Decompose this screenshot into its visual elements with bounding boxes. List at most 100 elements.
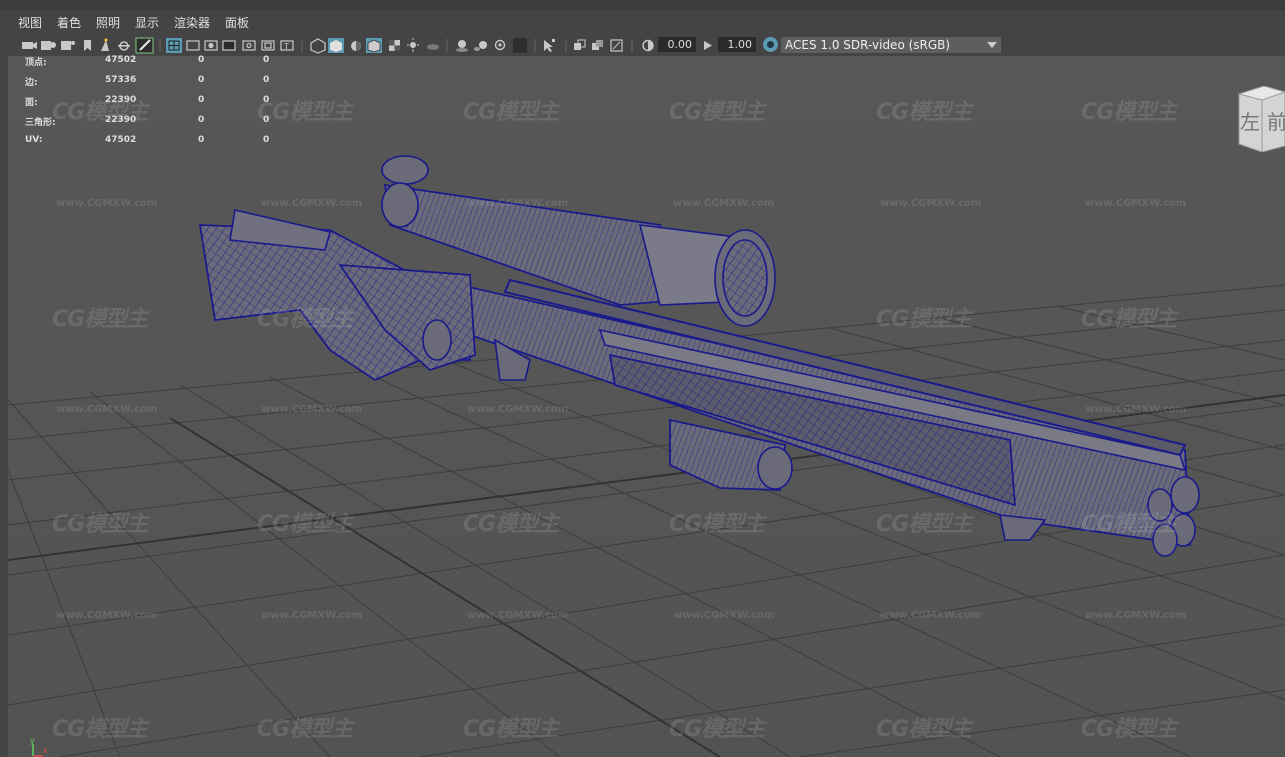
grid-icon[interactable] [166,38,182,53]
field-chart-icon[interactable] [242,40,256,51]
bookmark-icon[interactable] [84,40,91,51]
watermark-url: www.CGMXW.com [467,404,569,415]
gamma-icon[interactable] [704,41,712,50]
hud-mid: 0 [263,135,270,145]
view-transform-dropdown[interactable]: ACES 1.0 SDR-video (sRGB) [781,37,1001,53]
watermark-logo: CG模型主 [463,512,559,537]
watermark-logo: CG模型主 [257,100,353,125]
hud-total: 57336 [105,75,137,85]
menu-lighting[interactable]: 照明 [96,16,120,30]
watermark-url: www.CGMXW.com [56,404,158,415]
hud-label: 边: [25,78,38,88]
menu-show[interactable]: 显示 [135,16,159,30]
watermark-url: www.CGMXW.com [261,610,363,621]
hud-total: 22390 [105,95,137,105]
hud-total: 47502 [105,55,137,65]
rifle-wireframe-mesh[interactable] [199,155,1200,557]
shadows-icon[interactable] [427,44,439,50]
watermark-url: www.CGMXW.com [467,610,569,621]
anti-aliasing-icon[interactable] [494,39,506,51]
exposure-icon[interactable] [642,39,654,52]
hud-mid: 0 [263,95,270,105]
panel-toolbar: T 0.00 1.00 ACES 1.0 SDR-video (sRGB) [0,35,1285,56]
watermark-logo: CG模型主 [52,717,148,742]
watermark-logo: CG模型主 [52,307,148,332]
watermark-url: www.CGMXW.com [56,610,158,621]
watermark-url: www.CGMXW.com [56,198,158,209]
wireframe-icon[interactable] [310,38,326,54]
menu-panels[interactable]: 面板 [225,16,249,30]
watermark-url: www.CGMXW.com [467,198,569,209]
watermark-logo: CG模型主 [1081,512,1177,537]
motion-blur-icon[interactable] [474,41,487,51]
view-cube[interactable]: 左 前 [1234,85,1285,153]
camera-attributes-icon[interactable] [41,41,56,50]
xray-active-components-icon[interactable] [574,39,586,50]
watermark-logo: CG模型主 [52,512,148,537]
svg-text:T: T [283,42,289,51]
watermark-url: www.CGMXW.com [1085,404,1187,415]
watermark-url: www.CGMXW.com [673,198,775,209]
hud-label: 三角形: [25,118,56,128]
camera-bookmark-icon[interactable] [61,41,75,50]
image-plane-icon[interactable] [101,38,109,52]
isolate-select-icon[interactable] [513,38,527,53]
menu-renderer[interactable]: 渲染器 [174,16,210,30]
safe-action-icon[interactable] [261,40,275,51]
film-gate-icon[interactable] [186,40,200,51]
watermark-logo: CG模型主 [463,100,559,125]
watermark-logo: CG模型主 [876,307,972,332]
axis-y-label: y [30,736,35,745]
select-camera-icon[interactable] [22,42,37,49]
watermark-logo: CG模型主 [669,100,765,125]
watermark-logo: CG模型主 [463,717,559,742]
panel-left-edge [0,56,8,757]
ambient-occlusion-icon[interactable] [456,40,468,52]
watermark-url: www.CGMXW.com [261,198,363,209]
watermark-logo: CG模型主 [257,307,353,332]
safe-title-icon[interactable]: T [280,40,294,51]
hud-selected: 0 [198,95,205,105]
default-material-icon[interactable] [351,41,361,51]
hud-total: 47502 [105,135,137,145]
menu-view[interactable]: 视图 [18,16,42,30]
view-cube-front-label: 前 [1267,110,1285,134]
use-all-lights-icon[interactable] [407,38,419,52]
smooth-shade-icon[interactable] [328,38,344,53]
wireframe-on-shaded-icon[interactable] [366,38,382,53]
watermark-url: www.CGMXW.com [1085,198,1187,209]
watermark-logo: CG模型主 [669,717,765,742]
gate-mask-icon[interactable] [222,40,236,51]
hud-selected: 0 [198,135,205,145]
textured-icon[interactable] [389,40,400,51]
menu-shading[interactable]: 着色 [57,16,81,30]
3d-viewport[interactable]: CG模型主 CG模型主 CG模型主 CG模型主 CG模型主 CG模型主 www.… [8,56,1285,757]
xray-icon[interactable] [544,39,555,52]
view-transform-value: ACES 1.0 SDR-video (sRGB) [785,38,951,52]
grease-pencil-icon[interactable] [135,37,154,54]
panel-menu-bar: 视图 着色 照明 显示 渲染器 面板 [0,10,1285,35]
hud-selected: 0 [198,55,205,65]
hud-label: 顶点: [25,58,47,68]
hud-label: UV: [25,135,43,145]
watermark-logo: CG模型主 [1081,717,1177,742]
gamma-field[interactable]: 1.00 [718,37,756,52]
view-cube-left-label: 左 [1240,110,1260,134]
watermark-logo: CG模型主 [876,512,972,537]
watermark-logo: CG模型主 [876,717,972,742]
backface-culling-icon[interactable] [610,39,623,52]
exposure-field[interactable]: 0.00 [658,37,696,52]
hud-selected: 0 [198,75,205,85]
hud-mid: 0 [263,115,270,125]
watermark-url: www.CGMXW.com [1085,610,1187,621]
2d-pan-zoom-icon[interactable] [118,41,130,51]
color-management-toggle-icon[interactable] [763,37,778,52]
watermark-logo: CG模型主 [257,512,353,537]
watermark-logo: CG模型主 [1081,100,1177,125]
resolution-gate-icon[interactable] [204,40,218,51]
watermark-url: www.CGMXW.com [673,610,775,621]
hud-mid: 0 [263,55,270,65]
toolbar-icons: T [22,37,712,54]
watermark-url: www.CGMXW.com [880,610,982,621]
xray-joints-icon[interactable] [592,40,603,50]
